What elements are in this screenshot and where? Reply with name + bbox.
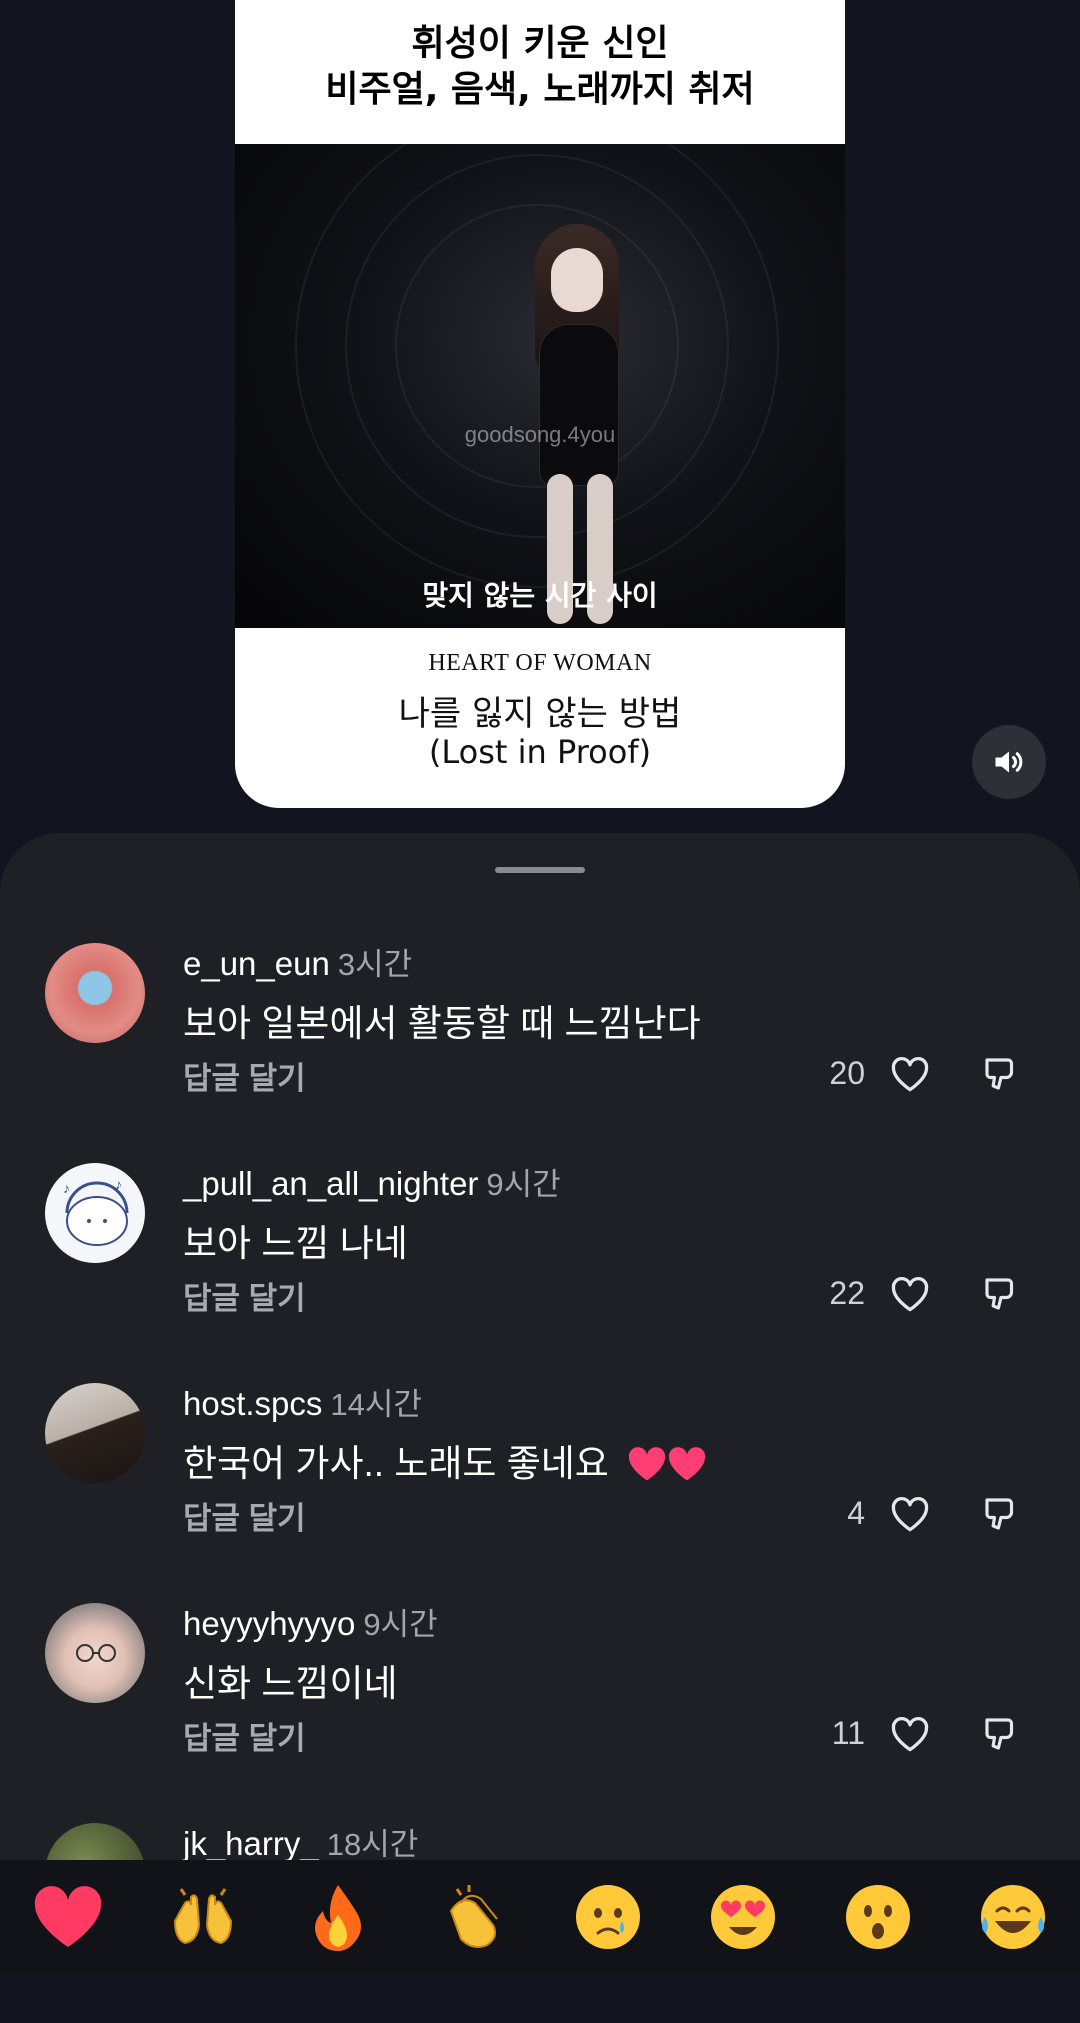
reel-header-line2: 비주얼, 음색, 노래까지 취저 xyxy=(325,69,755,110)
avatar[interactable] xyxy=(45,1603,145,1703)
speaker-icon xyxy=(995,751,1023,773)
tears-of-joy-face-emoji-button[interactable] xyxy=(975,1879,1051,1955)
heart-outline-icon[interactable] xyxy=(888,1272,932,1316)
dislike-icon[interactable] xyxy=(980,1492,1022,1536)
username[interactable]: jk_harry_ xyxy=(183,1825,319,1862)
timestamp: 9시간 xyxy=(363,1607,438,1642)
comment-item: host.spcs 14시간 한국어 가사.. 노래도 좋네요 답글 달기 4 xyxy=(0,1383,1080,1583)
like-count: 4 xyxy=(847,1495,865,1531)
comment-text: 보아 일본에서 활동할 때 느낌난다 xyxy=(183,1003,701,1044)
clapping-hands-emoji-button[interactable] xyxy=(435,1879,511,1955)
clapping-hands-icon xyxy=(449,1884,498,1948)
reply-button[interactable]: 답글 달기 xyxy=(183,1273,306,1318)
svg-text:♪: ♪ xyxy=(115,1176,122,1192)
heart-outline-icon[interactable] xyxy=(888,1712,932,1756)
tears-of-joy-face-icon xyxy=(980,1884,1045,1949)
username[interactable]: e_un_eun xyxy=(183,945,330,982)
heart-outline-icon[interactable] xyxy=(888,1492,932,1536)
drag-handle[interactable] xyxy=(495,867,585,873)
avatar[interactable] xyxy=(45,1383,145,1483)
comment-item: e_un_eun 3시간 보아 일본에서 활동할 때 느낌난다 답글 달기 20 xyxy=(0,943,1080,1143)
timestamp: 14시간 xyxy=(330,1387,422,1422)
pink-heart-icon xyxy=(629,1447,666,1481)
comment-text: 한국어 가사.. 노래도 좋네요 xyxy=(183,1443,609,1484)
timestamp: 3시간 xyxy=(337,947,413,982)
fire-icon xyxy=(314,1884,361,1951)
song-subtitle: (Lost in Proof) xyxy=(428,733,652,771)
comments-sheet: e_un_eun 3시간 보아 일본에서 활동할 때 느낌난다 답글 달기 20 … xyxy=(0,833,1080,1973)
dislike-icon[interactable] xyxy=(980,1272,1022,1316)
crying-face-icon xyxy=(575,1884,640,1949)
watermark: goodsong.4you xyxy=(464,422,616,447)
song-title: 나를 잃지 않는 방법 xyxy=(398,694,682,734)
reel-header: 휘성이 키운 신인 비주얼, 음색, 노래까지 취저 xyxy=(235,0,845,134)
album-label: HEART OF WOMAN xyxy=(428,650,652,676)
raised-hands-emoji-button[interactable] xyxy=(165,1879,241,1955)
reel-header-line1: 휘성이 키운 신인 xyxy=(411,23,669,64)
fire-emoji-button[interactable] xyxy=(300,1879,376,1955)
comment-text: 보아 느낌 나네 xyxy=(183,1223,408,1264)
like-count: 11 xyxy=(831,1715,865,1751)
video-area[interactable]: 휘성이 키운 신인 비주얼, 음색, 노래까지 취저 goodsong.4you… xyxy=(0,0,1080,840)
reel-card[interactable]: 휘성이 키운 신인 비주얼, 음색, 노래까지 취저 goodsong.4you… xyxy=(235,0,845,808)
like-count: 20 xyxy=(829,1055,865,1091)
reel-footer: HEART OF WOMAN 나를 잃지 않는 방법 (Lost in Proo… xyxy=(235,628,845,808)
comment-item: ♪ ♪ _pull_an_all_nighter 9시간 보아 느낌 나네 답글 달… xyxy=(0,1163,1080,1363)
timestamp: 18시간 xyxy=(326,1827,419,1862)
like-count: 22 xyxy=(829,1275,865,1311)
surprised-face-emoji-button[interactable] xyxy=(840,1879,916,1955)
reply-button[interactable]: 답글 달기 xyxy=(183,1493,306,1538)
emoji-reaction-bar xyxy=(0,1860,1080,1973)
reel-caption: 맞지 않는 시간 사이 xyxy=(422,579,658,612)
surprised-face-icon xyxy=(845,1884,910,1949)
avatar[interactable] xyxy=(45,943,145,1043)
username[interactable]: heyyyhyyyo xyxy=(183,1605,355,1642)
comment-item: heyyyhyyyo 9시간 신화 느낌이네 답글 달기 11 xyxy=(0,1603,1080,1803)
username[interactable]: _pull_an_all_nighter xyxy=(183,1165,478,1202)
reply-button[interactable]: 답글 달기 xyxy=(183,1053,306,1098)
heart-emoji-button[interactable] xyxy=(30,1879,106,1955)
crying-face-emoji-button[interactable] xyxy=(570,1879,646,1955)
heart-outline-icon[interactable] xyxy=(888,1052,932,1096)
heart-eyes-face-emoji-button[interactable] xyxy=(705,1879,781,1955)
raised-hands-icon xyxy=(173,1887,232,1944)
heart-icon xyxy=(34,1885,101,1947)
avatar[interactable]: ♪ ♪ xyxy=(45,1163,145,1263)
svg-text:♪: ♪ xyxy=(63,1180,70,1196)
reel-photo: goodsong.4you 맞지 않는 시간 사이 xyxy=(235,144,845,628)
dislike-icon[interactable] xyxy=(980,1052,1022,1096)
volume-button[interactable] xyxy=(972,725,1046,799)
heart-eyes-face-icon xyxy=(710,1884,775,1949)
comment-text: 신화 느낌이네 xyxy=(183,1663,398,1704)
pink-heart-icon xyxy=(669,1447,706,1481)
dislike-icon[interactable] xyxy=(980,1712,1022,1756)
reply-button[interactable]: 답글 달기 xyxy=(183,1713,306,1758)
timestamp: 9시간 xyxy=(486,1167,561,1202)
username[interactable]: host.spcs xyxy=(183,1385,322,1422)
